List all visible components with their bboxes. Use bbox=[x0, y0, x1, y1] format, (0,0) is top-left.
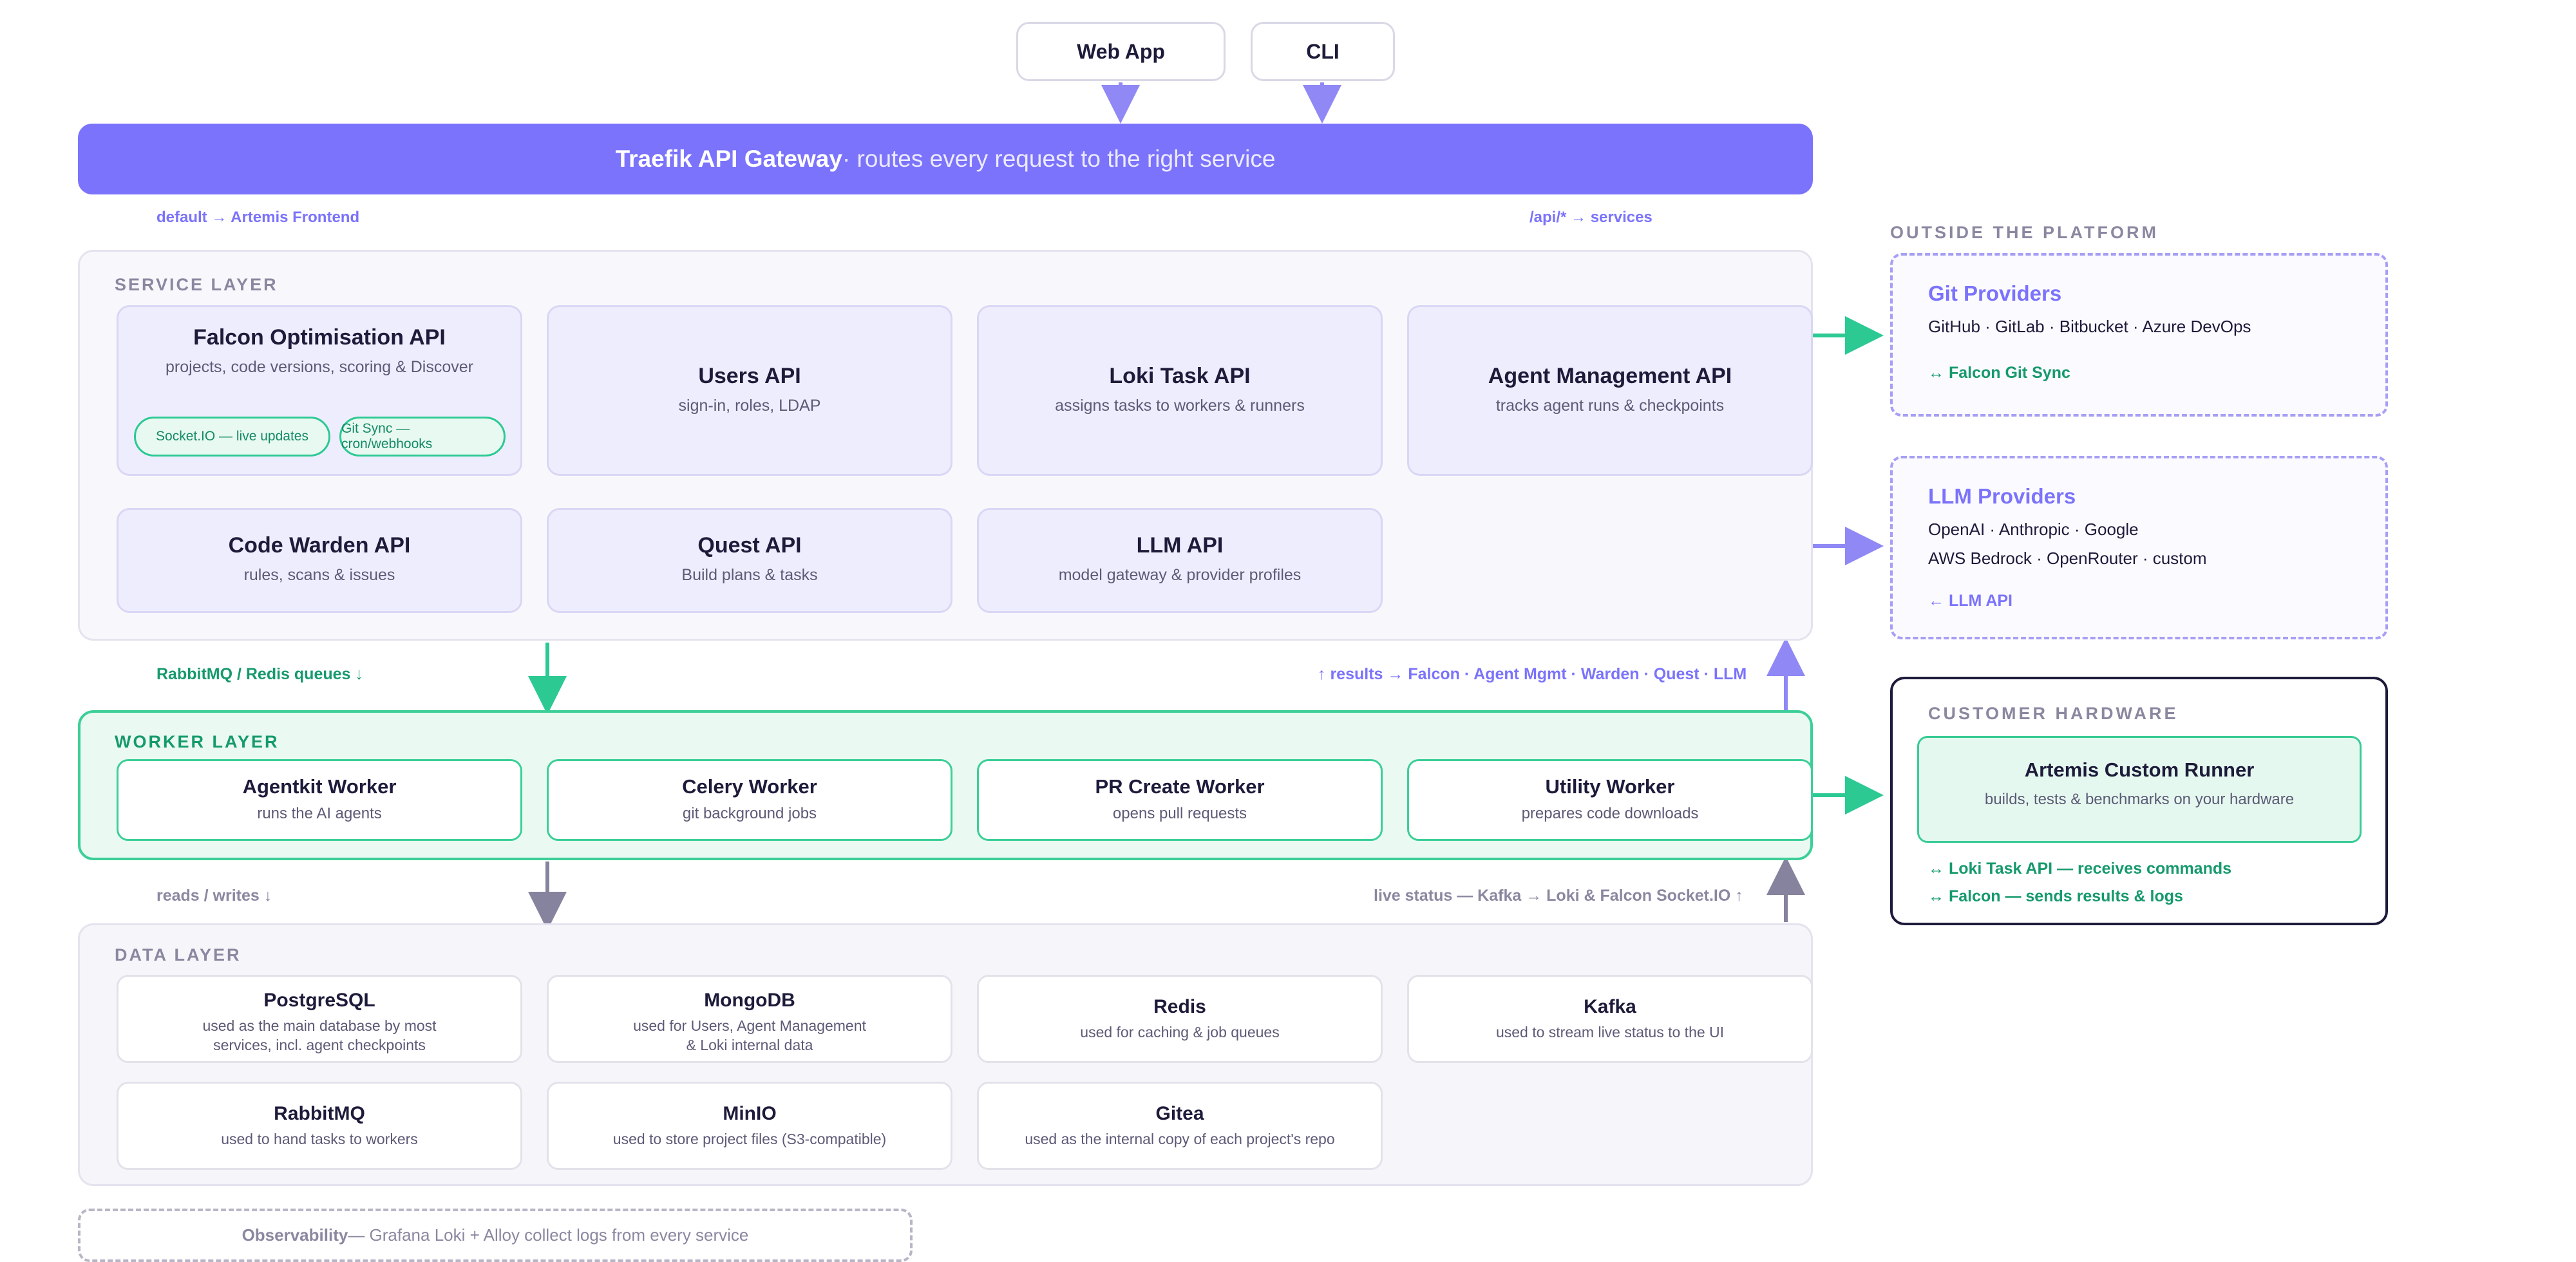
customer-hardware-box: CUSTOMER HARDWARE Artemis Custom Runner … bbox=[1890, 677, 2388, 925]
service-name: Users API bbox=[698, 364, 801, 388]
store-name: PostgreSQL bbox=[263, 990, 375, 1011]
runner-name: Artemis Custom Runner bbox=[2024, 758, 2255, 781]
quest-api-card: Quest API Build plans & tasks bbox=[547, 508, 952, 613]
results-label: ↑ results → Falcon · Agent Mgmt · Warden… bbox=[1318, 665, 1747, 683]
store-name: MongoDB bbox=[704, 990, 795, 1011]
socketio-pill: Socket.IO — live updates bbox=[134, 417, 330, 457]
store-name: RabbitMQ bbox=[274, 1103, 365, 1124]
utility-worker-card: Utility Worker prepares code downloads bbox=[1407, 759, 1813, 841]
celery-worker-card: Celery Worker git background jobs bbox=[547, 759, 952, 841]
service-desc: model gateway & provider profiles bbox=[1058, 566, 1302, 584]
store-desc: used to stream live status to the UI bbox=[1495, 1024, 1725, 1041]
falcon-git-sync-link: ↔ Falcon Git Sync bbox=[1928, 364, 2070, 382]
service-desc: assigns tasks to workers & runners bbox=[1055, 397, 1305, 415]
live-status-label: live status — Kafka → Loki & Falcon Sock… bbox=[1374, 887, 1743, 905]
gitea-card: Gitea used as the internal copy of each … bbox=[977, 1082, 1383, 1170]
gateway-subtitle: · routes every request to the right serv… bbox=[842, 146, 1276, 172]
worker-name: Agentkit Worker bbox=[242, 775, 397, 798]
store-desc: used for Users, Agent Management & Loki i… bbox=[633, 1017, 866, 1053]
service-name: LLM API bbox=[1136, 533, 1224, 558]
git-providers-box: Git Providers GitHub · GitLab · Bitbucke… bbox=[1890, 253, 2388, 417]
observability-text: — Grafana Loki + Alloy collect logs from… bbox=[348, 1225, 749, 1245]
llm-providers-list-2: AWS Bedrock · OpenRouter · custom bbox=[1928, 549, 2207, 568]
service-name: Loki Task API bbox=[1109, 364, 1251, 388]
store-name: Gitea bbox=[1155, 1103, 1204, 1124]
users-api-card: Users API sign-in, roles, LDAP bbox=[547, 305, 952, 476]
falcon-api-name: Falcon Optimisation API bbox=[193, 325, 446, 350]
service-desc: sign-in, roles, LDAP bbox=[678, 397, 821, 415]
outside-platform-heading: OUTSIDE THE PLATFORM bbox=[1890, 223, 2159, 242]
store-desc: used to hand tasks to workers bbox=[221, 1131, 418, 1147]
worker-desc: git background jobs bbox=[682, 805, 817, 822]
observability-label: Observability bbox=[242, 1225, 348, 1245]
service-desc: tracks agent runs & checkpoints bbox=[1495, 397, 1725, 415]
redis-card: Redis used for caching & job queues bbox=[977, 975, 1383, 1063]
agent-management-api-card: Agent Management API tracks agent runs &… bbox=[1407, 305, 1813, 476]
kafka-card: Kafka used to stream live status to the … bbox=[1407, 975, 1813, 1063]
service-name: Quest API bbox=[697, 533, 802, 558]
service-desc: Build plans & tasks bbox=[681, 566, 818, 584]
store-desc: used as the main database by most service… bbox=[202, 1017, 437, 1053]
reads-writes-label: reads / writes ↓ bbox=[156, 887, 272, 905]
code-warden-api-card: Code Warden API rules, scans & issues bbox=[117, 508, 522, 613]
store-name: Redis bbox=[1153, 996, 1206, 1017]
rabbitmq-card: RabbitMQ used to hand tasks to workers bbox=[117, 1082, 522, 1170]
minio-card: MinIO used to store project files (S3-co… bbox=[547, 1082, 952, 1170]
llm-api-link: ← LLM API bbox=[1928, 592, 2013, 610]
worker-name: Celery Worker bbox=[682, 775, 817, 798]
llm-providers-box: LLM Providers OpenAI · Anthropic · Googl… bbox=[1890, 456, 2388, 639]
route-api: /api/* → services bbox=[1530, 209, 1653, 226]
worker-desc: runs the AI agents bbox=[257, 805, 382, 822]
store-name: MinIO bbox=[723, 1103, 777, 1124]
data-layer-title: DATA LAYER bbox=[115, 945, 242, 965]
worker-desc: opens pull requests bbox=[1112, 805, 1247, 822]
store-desc: used as the internal copy of each projec… bbox=[1025, 1131, 1335, 1147]
pr-create-worker-card: PR Create Worker opens pull requests bbox=[977, 759, 1383, 841]
runner-desc: builds, tests & benchmarks on your hardw… bbox=[1984, 791, 2295, 808]
llm-providers-list-1: OpenAI · Anthropic · Google bbox=[1928, 520, 2139, 539]
web-app-client: Web App bbox=[1016, 22, 1226, 81]
postgresql-card: PostgreSQL used as the main database by … bbox=[117, 975, 522, 1063]
customer-hardware-heading: CUSTOMER HARDWARE bbox=[1928, 704, 2179, 723]
service-name: Agent Management API bbox=[1488, 364, 1732, 388]
llm-api-card: LLM API model gateway & provider profile… bbox=[977, 508, 1383, 613]
loki-task-api-card: Loki Task API assigns tasks to workers &… bbox=[977, 305, 1383, 476]
falcon-results-link: ↔ Falcon — sends results & logs bbox=[1928, 887, 2183, 905]
store-desc: used for caching & job queues bbox=[1080, 1024, 1280, 1041]
observability-box: Observability — Grafana Loki + Alloy col… bbox=[78, 1209, 913, 1262]
worker-name: Utility Worker bbox=[1545, 775, 1675, 798]
service-name: Code Warden API bbox=[228, 533, 411, 558]
service-desc: rules, scans & issues bbox=[243, 566, 395, 584]
mongodb-card: MongoDB used for Users, Agent Management… bbox=[547, 975, 952, 1063]
git-providers-list: GitHub · GitLab · Bitbucket · Azure DevO… bbox=[1928, 317, 2251, 336]
worker-desc: prepares code downloads bbox=[1521, 805, 1699, 822]
api-gateway: Traefik API Gateway · routes every reque… bbox=[78, 124, 1813, 194]
loki-task-api-link: ↔ Loki Task API — receives commands bbox=[1928, 860, 2232, 878]
agentkit-worker-card: Agentkit Worker runs the AI agents bbox=[117, 759, 522, 841]
gateway-title: Traefik API Gateway bbox=[615, 146, 842, 172]
cli-client: CLI bbox=[1251, 22, 1395, 81]
git-sync-pill: Git Sync — cron/webhooks bbox=[339, 417, 506, 457]
worker-layer-title: WORKER LAYER bbox=[115, 732, 279, 751]
queues-label: RabbitMQ / Redis queues ↓ bbox=[156, 665, 363, 683]
artemis-runner-card: Artemis Custom Runner builds, tests & be… bbox=[1917, 736, 2362, 843]
store-name: Kafka bbox=[1584, 996, 1636, 1017]
llm-providers-title: LLM Providers bbox=[1928, 484, 2076, 508]
store-desc: used to store project files (S3-compatib… bbox=[612, 1131, 887, 1147]
worker-name: PR Create Worker bbox=[1095, 775, 1265, 798]
git-providers-title: Git Providers bbox=[1928, 281, 2062, 305]
route-default: default → Artemis Frontend bbox=[156, 209, 360, 226]
falcon-api-desc: projects, code versions, scoring & Disco… bbox=[166, 358, 473, 376]
service-layer-title: SERVICE LAYER bbox=[115, 275, 278, 294]
